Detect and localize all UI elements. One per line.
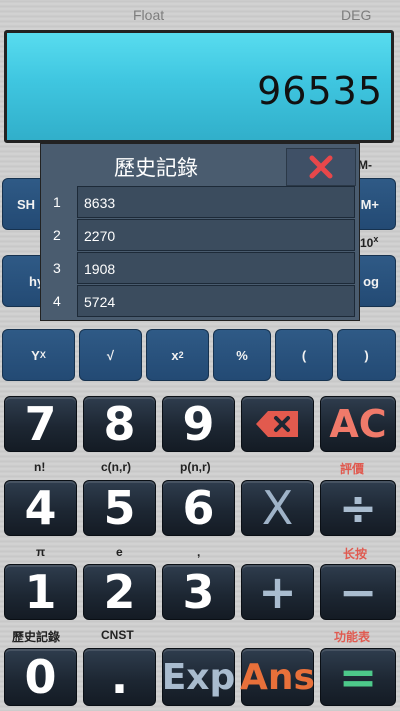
square-button[interactable]: x2 (146, 329, 209, 381)
answer-button[interactable]: Ans (240, 648, 315, 706)
divide-button[interactable]: ÷ (320, 480, 396, 536)
history-label[interactable]: 歷史記錄 (12, 628, 60, 645)
backspace-button[interactable] (241, 396, 314, 452)
comma-label: , (197, 545, 201, 559)
power-button[interactable]: YX (2, 329, 75, 381)
close-x-icon (309, 155, 333, 179)
history-row-value[interactable]: 8633 (77, 186, 355, 218)
constants-label[interactable]: CNST (101, 628, 134, 642)
history-row[interactable]: 3 1908 (41, 252, 359, 284)
digit-5-button[interactable]: 5 (83, 480, 156, 536)
combination-label: c(n,r) (101, 460, 131, 474)
minus-button[interactable]: − (320, 564, 396, 620)
float-mode-label: Float (133, 7, 165, 23)
sqrt-button[interactable]: √ (79, 329, 142, 381)
digit-7-button[interactable]: 7 (4, 396, 77, 452)
rate-label[interactable]: 評價 (340, 460, 364, 477)
history-row-index: 1 (53, 194, 61, 210)
backspace-icon (255, 411, 298, 437)
right-paren-button[interactable]: ) (337, 329, 396, 381)
history-row-value[interactable]: 5724 (77, 285, 355, 317)
history-row-index: 4 (53, 293, 61, 309)
digit-6-button[interactable]: 6 (162, 480, 235, 536)
left-paren-button[interactable]: ( (275, 329, 333, 381)
digit-3-button[interactable]: 3 (162, 564, 235, 620)
multiply-button[interactable]: X (241, 480, 314, 536)
digit-9-button[interactable]: 9 (162, 396, 235, 452)
permutation-label: p(n,r) (180, 460, 211, 474)
function-table-label[interactable]: 功能表 (334, 628, 370, 645)
m-minus-label: M- (358, 158, 372, 172)
factorial-label: n! (34, 460, 46, 474)
history-dialog: 歷史記錄 1 8633 2 2270 3 1908 4 5724 (40, 143, 360, 321)
history-row[interactable]: 2 2270 (41, 219, 359, 251)
digit-8-button[interactable]: 8 (83, 396, 156, 452)
result-display: 96535 (4, 30, 394, 143)
angle-mode-label: DEG (341, 7, 372, 23)
close-history-button[interactable] (286, 148, 356, 186)
digit-2-button[interactable]: 2 (83, 564, 156, 620)
ten-x-label: 10x (360, 234, 379, 250)
history-row-index: 3 (53, 260, 61, 276)
history-row-value[interactable]: 2270 (77, 219, 355, 251)
equals-button[interactable]: = (320, 648, 396, 706)
digit-1-button[interactable]: 1 (4, 564, 77, 620)
exp-button[interactable]: Exp (162, 648, 235, 706)
history-row[interactable]: 1 8633 (41, 186, 359, 218)
digit-0-button[interactable]: 0 (4, 648, 77, 706)
digit-4-button[interactable]: 4 (4, 480, 77, 536)
history-row[interactable]: 4 5724 (41, 285, 359, 317)
decimal-point-button[interactable]: . (83, 648, 156, 706)
history-row-value[interactable]: 1908 (77, 252, 355, 284)
e-label: e (116, 545, 123, 559)
all-clear-button[interactable]: AC (320, 396, 396, 452)
status-bar: Float DEG (0, 0, 400, 30)
pi-label: π (36, 545, 46, 559)
history-row-index: 2 (53, 227, 61, 243)
long-press-label: 长按 (343, 547, 368, 561)
history-title: 歷史記錄 (114, 157, 198, 180)
percent-button[interactable]: % (213, 329, 271, 381)
plus-button[interactable]: + (241, 564, 314, 620)
display-value: 96535 (257, 69, 383, 113)
